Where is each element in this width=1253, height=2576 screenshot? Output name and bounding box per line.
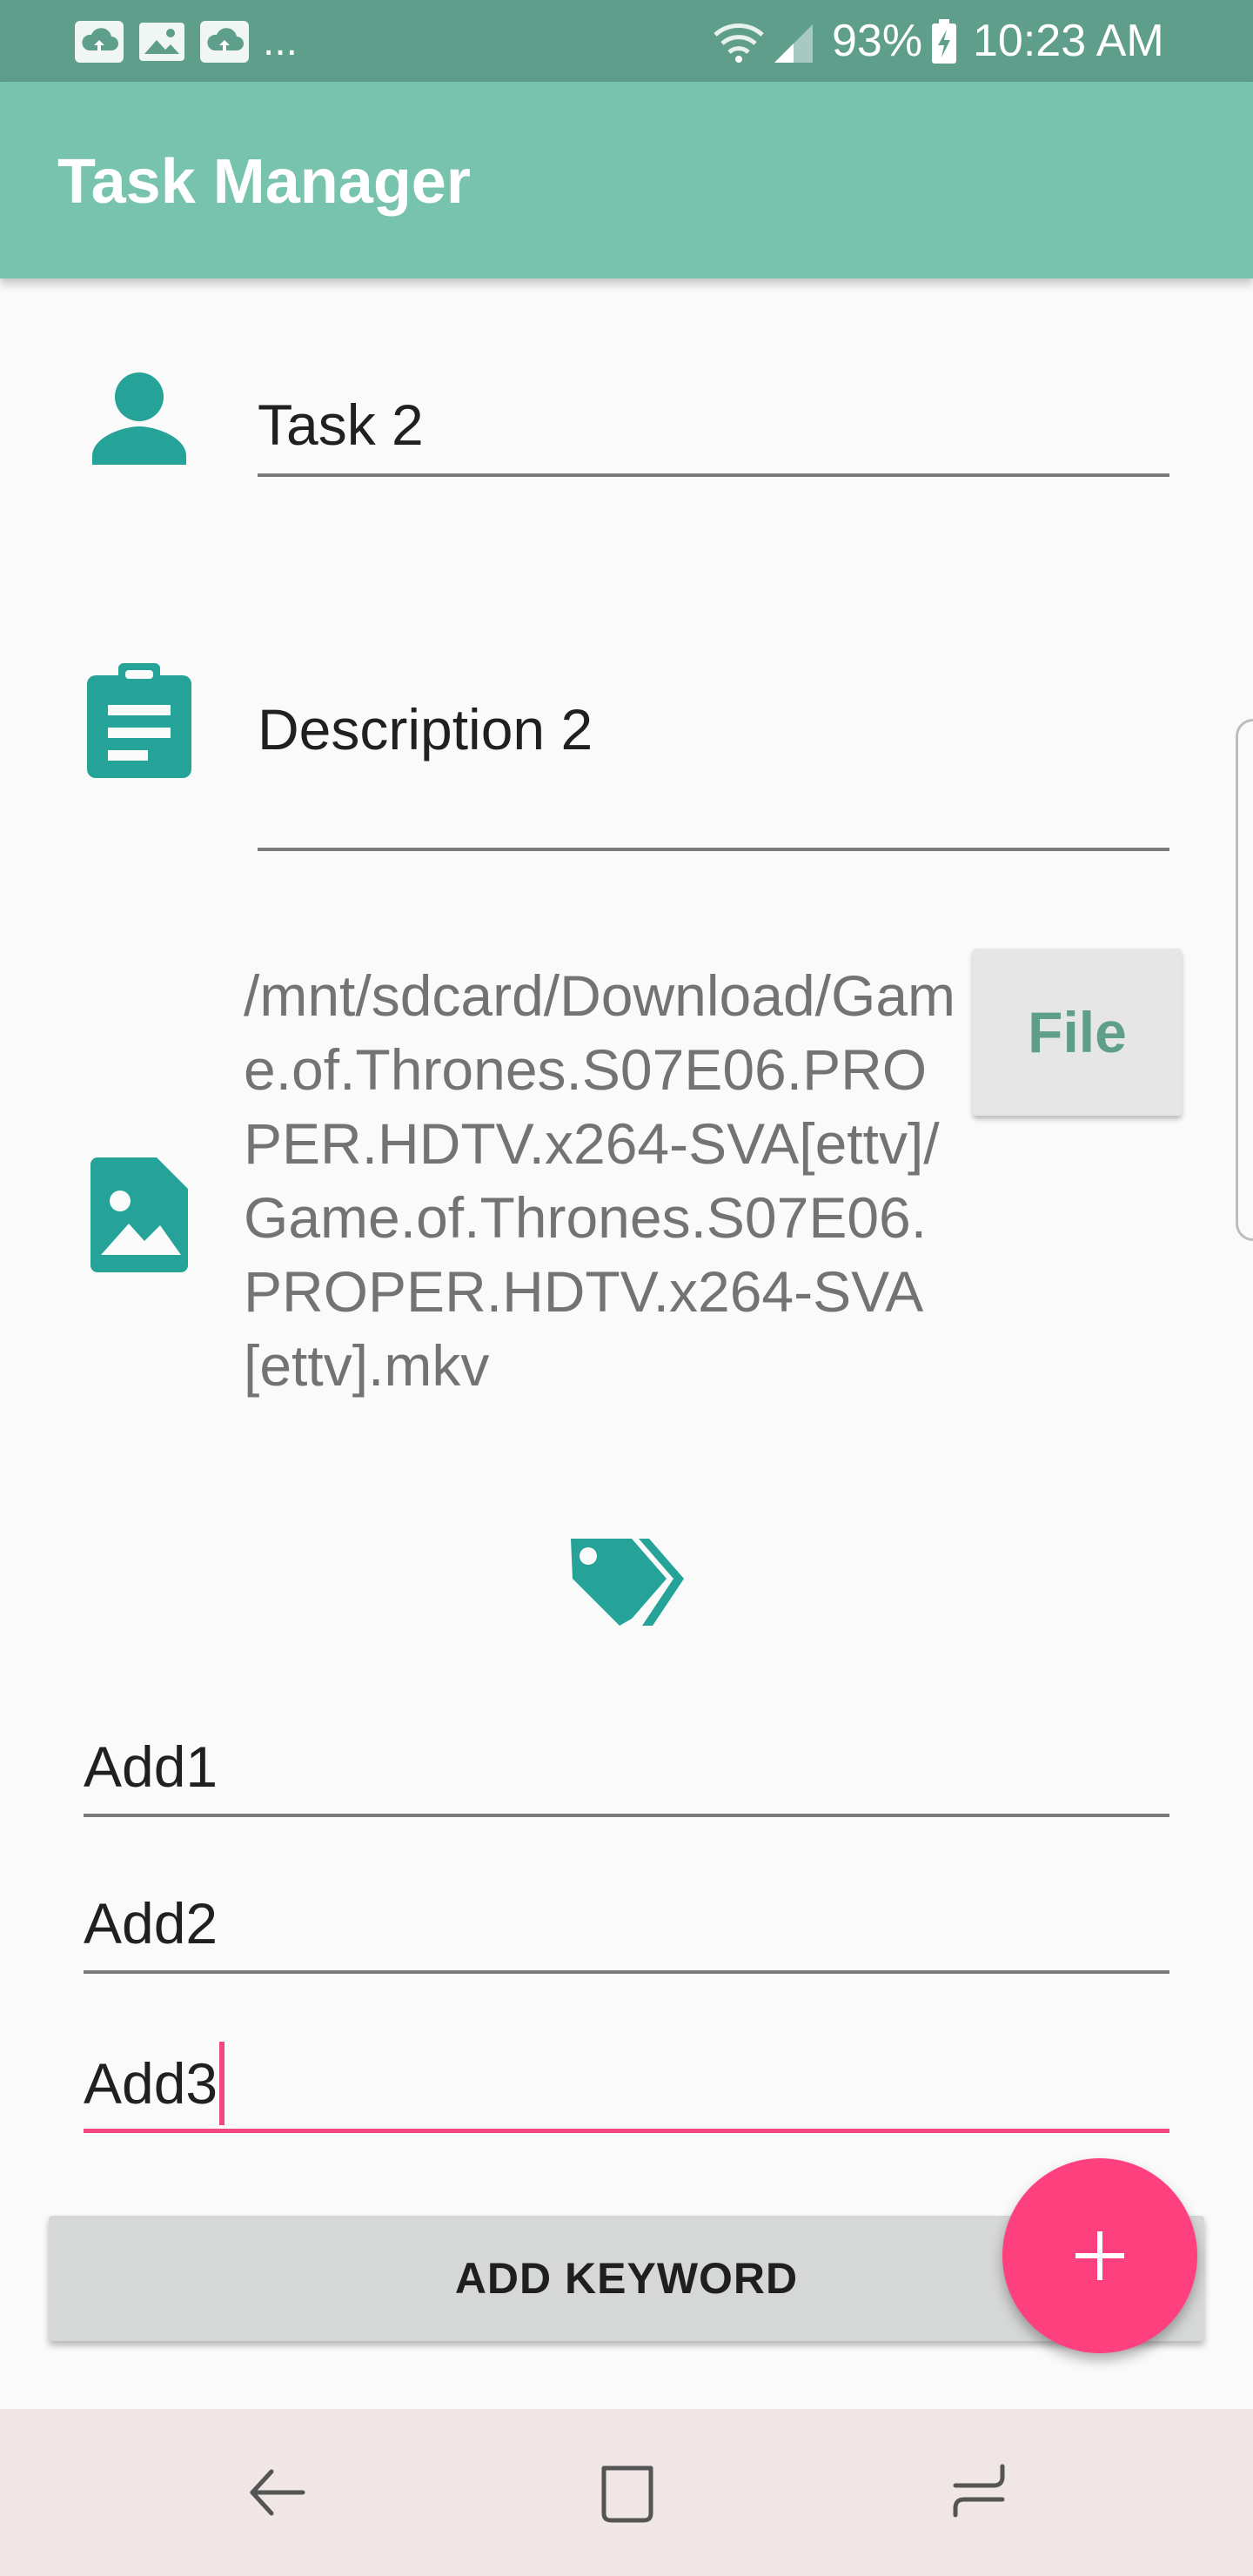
- cloud-upload-icon: [200, 21, 249, 63]
- edge-panel-handle[interactable]: [1236, 719, 1253, 1241]
- keyword-input-3-text: Add3: [84, 2051, 218, 2116]
- keyword-input-1[interactable]: Add1: [84, 1734, 218, 1800]
- tags-icon: [571, 1539, 684, 1626]
- app-bar: Task Manager: [0, 82, 1253, 278]
- keyword-input-3[interactable]: Add3: [84, 2036, 225, 2130]
- description-field[interactable]: Description 2: [258, 696, 593, 762]
- keyword-underline-1: [84, 1814, 1169, 1817]
- image-icon: [139, 23, 184, 61]
- status-bar: ... 93% 10:23 AM: [0, 0, 1253, 82]
- app-title: Task Manager: [57, 147, 471, 217]
- keyword-underline-2: [84, 1970, 1169, 1974]
- description-underline: [258, 848, 1169, 851]
- wifi-icon: [714, 23, 764, 63]
- add-task-fab[interactable]: [1002, 2158, 1197, 2353]
- home-icon[interactable]: [597, 2459, 660, 2526]
- image-file-icon: [90, 1157, 188, 1272]
- keyword-input-2[interactable]: Add2: [84, 1890, 218, 1956]
- back-icon[interactable]: [245, 2461, 308, 2524]
- navigation-bar: [0, 2409, 1253, 2576]
- signal-icon: [774, 24, 813, 63]
- clock: 10:23 AM: [973, 16, 1164, 66]
- file-path-text: /mnt/sdcard/Download/Game.of.Thrones.S07…: [244, 963, 956, 1398]
- cloud-upload-icon: [75, 21, 124, 63]
- notification-overflow: ...: [263, 17, 298, 64]
- recent-apps-icon[interactable]: [948, 2458, 1011, 2527]
- person-icon: [92, 372, 186, 465]
- task-name-underline: [258, 473, 1169, 477]
- clipboard-icon: [87, 663, 191, 778]
- plus-icon: [1075, 2231, 1124, 2280]
- battery-percent: 93%: [832, 16, 923, 66]
- keyword-underline-3-focused: [84, 2129, 1169, 2133]
- file-button[interactable]: File: [973, 949, 1182, 1116]
- task-name-field[interactable]: Task 2: [258, 392, 424, 458]
- text-cursor: [219, 2042, 225, 2125]
- battery-charging-icon: [932, 19, 956, 64]
